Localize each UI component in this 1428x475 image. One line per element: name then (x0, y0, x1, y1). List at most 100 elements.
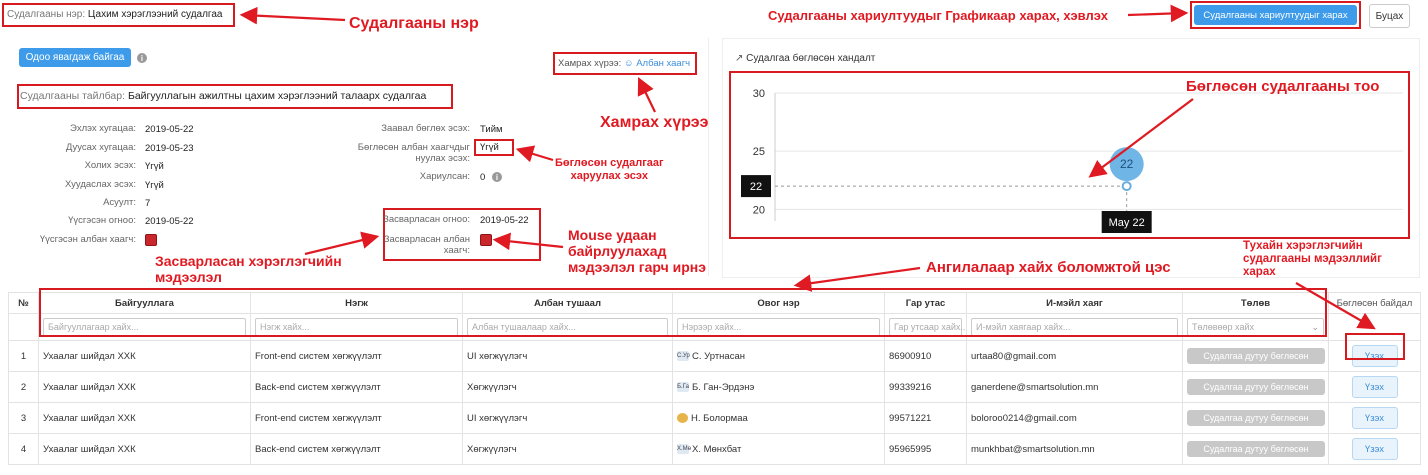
edited-by-label: Засварласан албан хаагч: (384, 234, 470, 257)
row-name-cell: С.Ур С. Уртнасан (672, 340, 885, 372)
annotation-mouse-hover-1: Mouse удаан (568, 227, 657, 243)
row-org: Ухаалаг шийдэл ХХК (38, 371, 251, 403)
y-tooltip: 22 (750, 181, 762, 193)
header-filled-state: Бөглөсөн байдал (1328, 292, 1421, 314)
annotation-show-filled: Бөглөсөн судалгааг харуулах эсэх (555, 157, 664, 182)
survey-name: Судалгааны нэр: Цахим хэрэглээний судалг… (7, 9, 222, 20)
row-no: 4 (8, 433, 39, 465)
row-name-cell: Х.МөХ. Мөнхбат (672, 433, 885, 465)
annotation-user-info: Тухайн хэрэглэгчийн судалгааны мэдээллий… (1243, 240, 1382, 280)
row-phone: 95965995 (884, 433, 967, 465)
data-label: 22 (1120, 157, 1134, 171)
annotation-user-info-3: харах (1243, 266, 1276, 279)
row-email: munkhbat@smartsolution.mn (966, 433, 1183, 465)
annotation-edited-user-1: Засварласан хэрэглэгчийн (155, 253, 342, 269)
row-no: 3 (8, 402, 39, 434)
row-phone: 99339216 (884, 371, 967, 403)
edited-by-user-icon[interactable] (480, 234, 492, 246)
view-button[interactable]: Үзэх (1351, 407, 1398, 429)
view-button[interactable]: Үзэх (1351, 438, 1398, 460)
answered-value: 0 (480, 172, 486, 183)
row-unit: Front-end систем хөгжүүлэлт (250, 340, 463, 372)
row-unit: Front-end систем хөгжүүлэлт (250, 402, 463, 434)
coverage-value[interactable]: Албан хаагч (636, 58, 690, 69)
annotation-graph-print: Судалгааны хариултуудыг Графикаар харах,… (768, 8, 1108, 23)
edited-by-label-2: хаагч: (443, 244, 470, 256)
survey-name-value: Цахим хэрэглээний судалгаа (87, 9, 223, 20)
row-no: 1 (8, 340, 39, 372)
row-org: Ухаалаг шийдэл ХХК (38, 340, 251, 372)
annotation-mouse-hover: Mouse удаан байрлуулахад мэдээлэл гарч и… (568, 227, 706, 275)
row-email: urtaa80@gmail.com (966, 340, 1183, 372)
survey-description: Судалгааны тайлбар: Байгууллагын ажилтны… (20, 90, 426, 102)
annotation-survey-name: Судалгааны нэр (349, 15, 479, 32)
show-filled-value: Үгүй (480, 142, 499, 153)
survey-name-label: Судалгааны нэр: (7, 9, 86, 20)
row-org: Ухаалаг шийдэл ХХК (38, 433, 251, 465)
back-button[interactable]: Буцах (1369, 4, 1410, 28)
view-results-button[interactable]: Судалгааны хариултуудыг харах (1194, 5, 1357, 25)
avatar: Б.Га (677, 381, 689, 392)
row-position: UI хөгжүүлэгч (462, 402, 673, 434)
info-icon[interactable]: i (137, 53, 147, 63)
y-tick-label: 25 (753, 146, 765, 158)
header-no: № (8, 292, 39, 314)
row-email: ganerdene@smartsolution.mn (966, 371, 1183, 403)
show-filled-label: Бөглөсөн албан хаагчдыг нуулах эсэх: (358, 142, 470, 165)
row-phone: 86900910 (884, 340, 967, 372)
row-position: Хөгжүүлэгч (462, 433, 673, 465)
annotation-user-info-1: Тухайн хэрэглэгчийн (1243, 240, 1363, 252)
view-button[interactable]: Үзэх (1351, 376, 1398, 398)
y-tick-label: 30 (753, 88, 765, 100)
row-name: Б. Ган-Эрдэнэ (692, 381, 755, 393)
coverage: Хамрах хүрээ: ☺ Албан хаагч (558, 58, 690, 69)
row-position: Хөгжүүлэгч (462, 371, 673, 403)
row-unit: Back-end систем хөгжүүлэлт (250, 371, 463, 403)
row-email: boloroo0214@gmail.com (966, 402, 1183, 434)
user-icon: ☺ (623, 58, 634, 69)
annotation-edited-user-2: мэдээлэл (155, 269, 222, 286)
annotation-user-info-2: судалгааны мэдээллийг (1243, 253, 1382, 266)
y-tick-label: 20 (753, 204, 765, 216)
status-badge: Судалгаа дутуу бөглөсөн (1187, 410, 1325, 426)
row-no: 2 (8, 371, 39, 403)
row-unit: Back-end систем хөгжүүлэлт (250, 433, 463, 465)
status-badge: Судалгаа дутуу бөглөсөн (1187, 348, 1325, 364)
edited-date-label: Засварласан огноо: (383, 214, 470, 225)
chart-title-row: ↗ Судалгаа бөглөсөн хандалт (735, 53, 875, 64)
answered-info-icon[interactable]: i (492, 172, 502, 182)
chart-title: Судалгаа бөглөсөн хандалт (746, 53, 876, 64)
row-name: С. Уртнасан (692, 350, 745, 362)
required-value: Тийм (480, 124, 503, 135)
line-chart-icon: ↗ (735, 53, 744, 64)
paging-label: Хуудаслах эсэх: (65, 179, 136, 190)
coverage-label: Хамрах хүрээ: (558, 58, 622, 69)
annotation-submitted-count: Бөглөсөн судалгааны тоо (1186, 78, 1380, 95)
start-date-value: 2019-05-22 (145, 124, 194, 135)
annotation-show-filled-2: харуулах эсэх (570, 169, 648, 182)
row-name-cell: Б.Га Б. Ган-Эрдэнэ (672, 371, 885, 403)
status-badge: Одоо явагдаж байгаа (19, 48, 131, 67)
table-row: 4 Ухаалаг шийдэл ХХК Back-end систем хөгжү… (8, 433, 1421, 465)
view-button-highlight (1345, 333, 1405, 360)
row-name: Н. Болормаа (691, 412, 748, 424)
description-value: Байгууллагын ажилтны цахим хэрэглээний т… (127, 90, 427, 102)
start-date-label: Эхлэх хугацаа: (70, 123, 136, 134)
row-name: Х. Мөнхбат (692, 443, 742, 455)
paging-value: Үгүй (145, 180, 164, 191)
annotation-coverage: Хамрах хүрээ (600, 114, 709, 131)
shuffle-value: Үгүй (145, 161, 164, 172)
created-date-value: 2019-05-22 (145, 216, 194, 227)
end-date-value: 2019-05-23 (145, 143, 194, 154)
avatar (677, 412, 688, 423)
data-point (1121, 181, 1132, 192)
shuffle-label: Холих эсэх: (84, 160, 136, 171)
answered-label: Хариулсан: (419, 171, 470, 182)
row-org: Ухаалаг шийдэл ХХК (38, 402, 251, 434)
x-tooltip: May 22 (1109, 217, 1145, 229)
edited-date-value: 2019-05-22 (480, 215, 529, 226)
status-badge: Судалгаа дутуу бөглөсөн (1187, 379, 1325, 395)
show-filled-label-2: нуулах эсэх: (415, 152, 470, 164)
created-by-user-icon[interactable] (145, 234, 157, 246)
created-date-label: Үүсгэсэн огноо: (68, 215, 136, 226)
